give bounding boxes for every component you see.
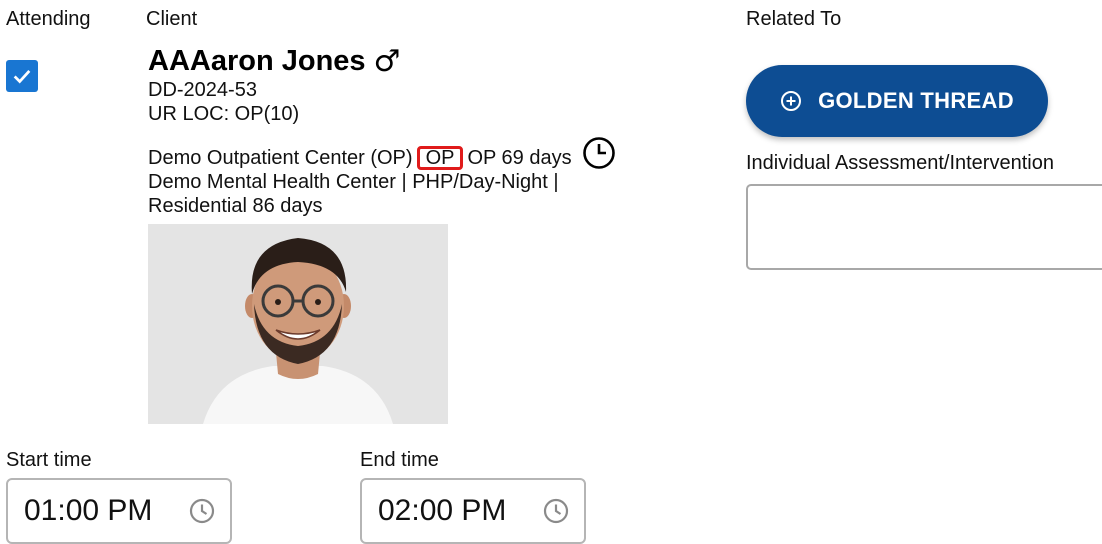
client-name-row: AAAaron Jones ♂ [148, 44, 400, 79]
program-info: Demo Outpatient Center (OP) OP OP 69 day… [148, 137, 638, 218]
program-line-2: Demo Mental Health Center | PHP/Day-Nigh… [148, 171, 559, 193]
client-header: Client [146, 8, 198, 30]
check-icon [13, 70, 31, 84]
program-badge[interactable]: OP [416, 146, 464, 170]
clock-icon[interactable] [582, 136, 616, 170]
client-id: DD-2024-53 [148, 79, 257, 101]
plus-circle-icon [781, 91, 802, 111]
program-line-1: Demo Outpatient Center (OP) OP OP 69 day… [148, 137, 638, 170]
ur-loc: UR LOC: OP(10) [148, 103, 300, 125]
client-name: AAAaron Jones [148, 45, 366, 77]
start-time-label: Start time [6, 449, 92, 471]
program-name: Demo Outpatient Center (OP) [148, 147, 413, 169]
clock-outline-icon[interactable] [542, 497, 570, 525]
end-time-value: 02:00 PM [378, 494, 507, 527]
end-time-field[interactable]: 02:00 PM [360, 478, 586, 544]
golden-thread-button[interactable]: GOLDEN THREAD [746, 65, 1048, 137]
assessment-label: Individual Assessment/Intervention [746, 152, 1054, 174]
attending-header: Attending [6, 8, 91, 30]
program-line-3: Residential 86 days [148, 195, 323, 217]
client-photo [148, 224, 448, 424]
assessment-input[interactable] [746, 184, 1102, 270]
clock-outline-icon[interactable] [188, 497, 216, 525]
related-to-header: Related To [746, 8, 842, 30]
male-icon: ♂ [373, 44, 401, 79]
golden-thread-label: GOLDEN THREAD [818, 88, 1014, 113]
end-time-label: End time [360, 449, 439, 471]
program-days: OP 69 days [467, 147, 572, 169]
attending-checkbox[interactable] [6, 60, 38, 92]
start-time-field[interactable]: 01:00 PM [6, 478, 232, 544]
start-time-value: 01:00 PM [24, 494, 153, 527]
